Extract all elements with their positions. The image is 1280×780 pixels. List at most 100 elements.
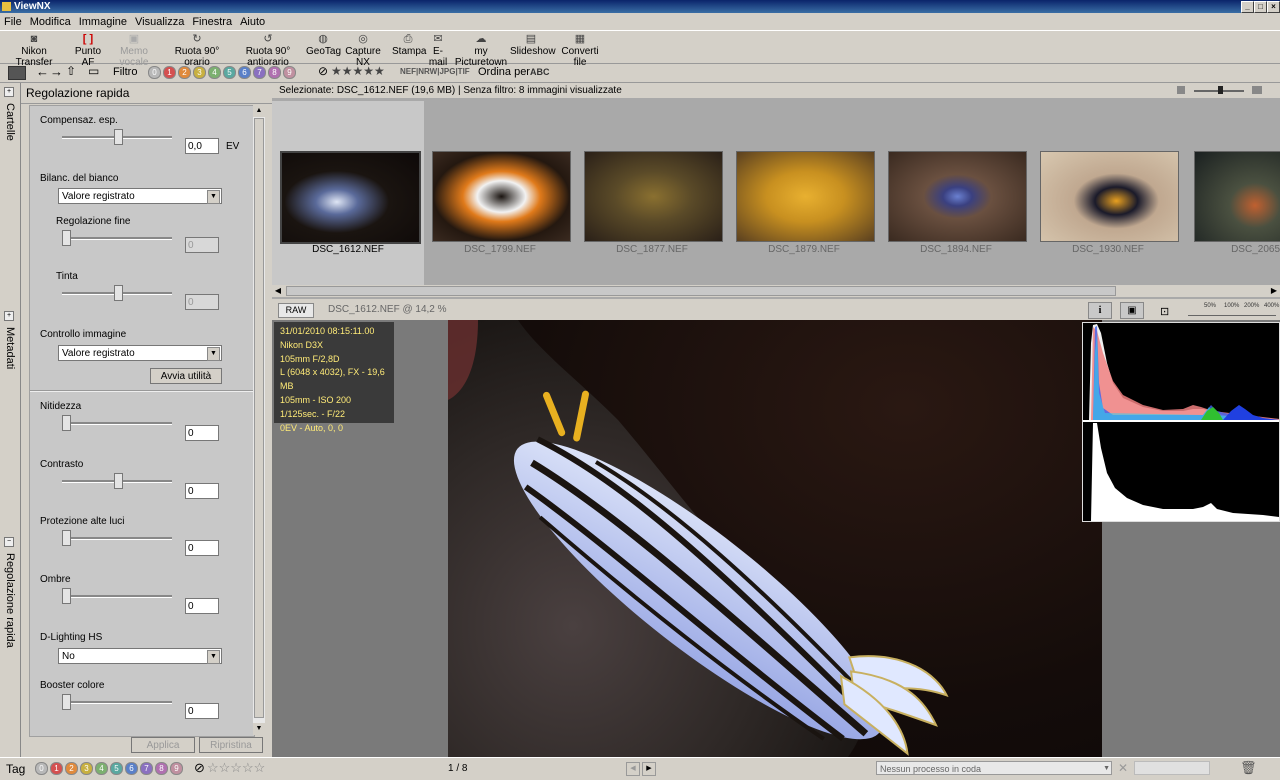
- cancel-queue-icon[interactable]: ✕: [1118, 761, 1128, 775]
- tab-cartelle[interactable]: Cartelle: [2, 103, 18, 141]
- capture-nx-button[interactable]: ◎ Capture NX: [340, 31, 386, 69]
- tag-label-8[interactable]: 8: [155, 762, 168, 775]
- picture-control-select[interactable]: Valore registrato ▼: [58, 345, 222, 361]
- thumbnail-image[interactable]: [280, 151, 421, 244]
- label-8[interactable]: 8: [268, 66, 281, 79]
- voice-memo-button[interactable]: ▣ Memo vocale: [108, 31, 160, 69]
- contrast-input[interactable]: 0: [185, 483, 219, 499]
- sharpness-slider-knob[interactable]: [62, 415, 71, 431]
- tag-label-4[interactable]: 4: [95, 762, 108, 775]
- thumb-size-large-icon[interactable]: [1252, 86, 1262, 94]
- folder-icon[interactable]: ▭: [88, 64, 99, 78]
- scroll-up-icon[interactable]: ▲: [253, 105, 265, 117]
- thumbnail-image[interactable]: [432, 151, 571, 242]
- tag-label-2[interactable]: 2: [65, 762, 78, 775]
- launch-utility-button[interactable]: Avvia utilità: [150, 368, 222, 384]
- thumbnail-item[interactable]: DSC_2065: [1184, 101, 1280, 285]
- view-mode-icon[interactable]: [8, 66, 26, 80]
- apply-button[interactable]: Applica: [131, 737, 195, 753]
- menu-finestra[interactable]: Finestra: [188, 14, 236, 30]
- next-icon[interactable]: ▶: [642, 762, 656, 776]
- label-4[interactable]: 4: [208, 66, 221, 79]
- tag-label-7[interactable]: 7: [140, 762, 153, 775]
- info-icon[interactable]: i: [1088, 302, 1112, 319]
- picturetown-button[interactable]: ☁ my Picturetown: [452, 31, 510, 69]
- contrast-slider-knob[interactable]: [114, 473, 123, 489]
- label-6[interactable]: 6: [238, 66, 251, 79]
- shadow-slider-knob[interactable]: [62, 588, 71, 604]
- print-button[interactable]: ⎙ Stampa: [392, 31, 426, 61]
- close-button[interactable]: ×: [1267, 1, 1280, 13]
- tag-label-0[interactable]: 0: [35, 762, 48, 775]
- menu-visualizza[interactable]: Visualizza: [131, 14, 188, 30]
- no-rating-icon[interactable]: ⊘: [194, 760, 205, 776]
- geotag-button[interactable]: ◍ GeoTag: [306, 31, 341, 61]
- tab-metadati[interactable]: Metadati: [2, 327, 18, 369]
- reset-button[interactable]: Ripristina: [199, 737, 263, 753]
- thumbnail-image[interactable]: [584, 151, 723, 242]
- thumbnail-item[interactable]: DSC_1799.NEF: [424, 101, 576, 285]
- sharpness-input[interactable]: 0: [185, 425, 219, 441]
- fit-screen-icon[interactable]: ⊡: [1160, 302, 1169, 322]
- minimize-button[interactable]: _: [1241, 1, 1254, 13]
- tag-label-5[interactable]: 5: [110, 762, 123, 775]
- expand-icon[interactable]: +: [4, 311, 14, 321]
- fine-input[interactable]: 0: [185, 237, 219, 253]
- nikon-transfer-button[interactable]: ◙ Nikon Transfer: [4, 31, 64, 69]
- expand-icon[interactable]: +: [4, 87, 14, 97]
- maximize-button[interactable]: □: [1254, 1, 1267, 13]
- label-3[interactable]: 3: [193, 66, 206, 79]
- label-0[interactable]: 0: [148, 66, 161, 79]
- rotate-cw-button[interactable]: ↻ Ruota 90° orario: [166, 31, 228, 69]
- zoom-control[interactable]: 50% 100% 200% 400%: [1184, 300, 1280, 320]
- up-folder-icon[interactable]: ⇧: [66, 64, 76, 78]
- queue-select[interactable]: Nessun processo in coda ▼: [876, 761, 1112, 775]
- histogram-toggle-icon[interactable]: ▣: [1120, 302, 1144, 319]
- thumbnail-scrollbar[interactable]: ◀ ▶: [272, 285, 1280, 297]
- menu-immagine[interactable]: Immagine: [75, 14, 131, 30]
- label-5[interactable]: 5: [223, 66, 236, 79]
- thumb-size-knob[interactable]: [1218, 86, 1223, 94]
- thumbnail-item[interactable]: DSC_1930.NEF: [1032, 101, 1184, 285]
- tint-slider-knob[interactable]: [114, 285, 123, 301]
- dlighting-select[interactable]: No ▼: [58, 648, 222, 664]
- shadow-input[interactable]: 0: [185, 598, 219, 614]
- fine-slider-knob[interactable]: [62, 230, 71, 246]
- tag-label-1[interactable]: 1: [50, 762, 63, 775]
- thumb-size-small-icon[interactable]: [1177, 86, 1185, 94]
- wb-select[interactable]: Valore registrato ▼: [58, 188, 222, 204]
- format-filter[interactable]: NEF|NRW|JPG|TIF: [400, 67, 470, 76]
- exposure-input[interactable]: 0,0: [185, 138, 219, 154]
- prev-icon[interactable]: ◀: [626, 762, 640, 776]
- back-arrow-icon[interactable]: ←: [36, 64, 49, 79]
- menu-file[interactable]: File: [0, 14, 26, 30]
- label-2[interactable]: 2: [178, 66, 191, 79]
- tag-label-3[interactable]: 3: [80, 762, 93, 775]
- sort-abc-icon[interactable]: ABC: [530, 67, 550, 77]
- scroll-left-icon[interactable]: ◀: [272, 285, 284, 297]
- booster-input[interactable]: 0: [185, 703, 219, 719]
- scroll-thumb[interactable]: [254, 118, 264, 718]
- tint-input[interactable]: 0: [185, 294, 219, 310]
- scroll-thumb[interactable]: [286, 286, 1116, 296]
- label-7[interactable]: 7: [253, 66, 266, 79]
- thumbnail-image[interactable]: [1194, 151, 1280, 242]
- thumbnail-item[interactable]: DSC_1879.NEF: [728, 101, 880, 285]
- menu-aiuto[interactable]: Aiuto: [236, 14, 269, 30]
- panel-scrollbar[interactable]: ▲ ▼: [253, 105, 265, 735]
- trash-icon[interactable]: 🗑: [1240, 760, 1257, 776]
- slideshow-button[interactable]: ▤ Slideshow: [510, 31, 556, 61]
- thumbnail-item[interactable]: DSC_1877.NEF: [576, 101, 728, 285]
- rating-filter-stars[interactable]: ★★★★★: [331, 64, 385, 78]
- tag-label-9[interactable]: 9: [170, 762, 183, 775]
- af-point-button[interactable]: [ ] Punto AF: [68, 31, 108, 69]
- thumbnail-image[interactable]: [1040, 151, 1179, 242]
- tab-regolazione-rapida[interactable]: Regolazione rapida: [2, 553, 18, 648]
- booster-slider-knob[interactable]: [62, 694, 71, 710]
- thumbnail-item[interactable]: DSC_1894.NEF: [880, 101, 1032, 285]
- label-9[interactable]: 9: [283, 66, 296, 79]
- exposure-slider-knob[interactable]: [114, 129, 123, 145]
- email-button[interactable]: ✉ E-mail: [424, 31, 452, 69]
- menu-modifica[interactable]: Modifica: [26, 14, 75, 30]
- rating-stars[interactable]: ☆☆☆☆☆: [207, 760, 265, 776]
